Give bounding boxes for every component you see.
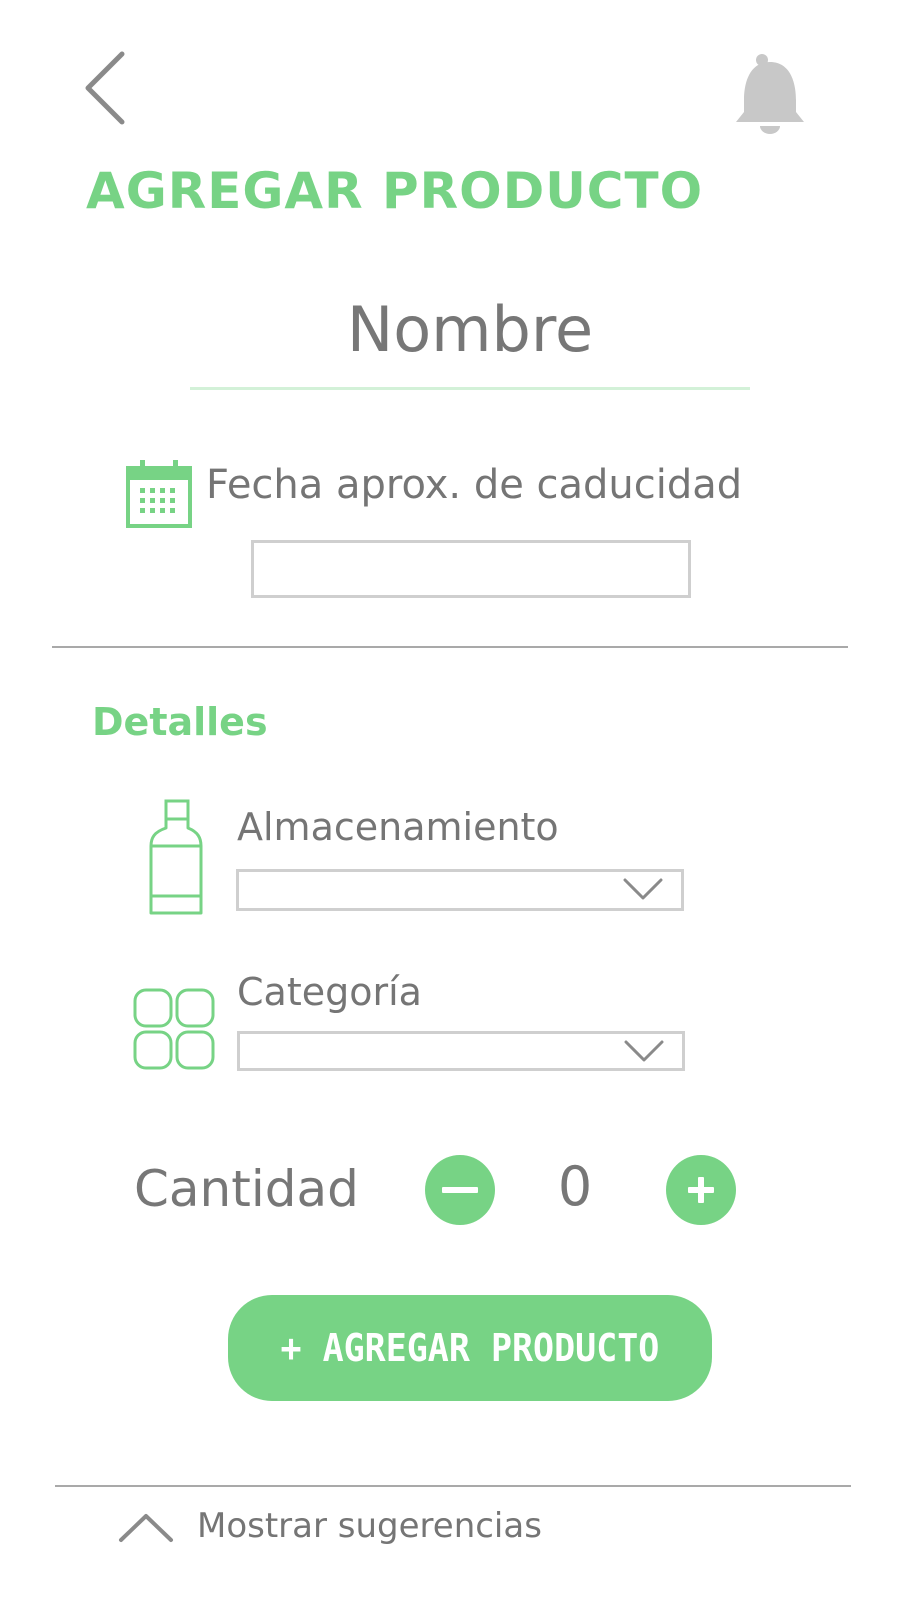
product-name-input[interactable] (190, 272, 750, 390)
expiry-date-label: Fecha aprox. de caducidad (206, 462, 743, 508)
storage-dropdown[interactable] (236, 869, 684, 911)
footer-divider (55, 1485, 851, 1487)
add-product-button[interactable]: + AGREGAR PRODUCTO (228, 1295, 712, 1401)
bottle-icon (149, 799, 203, 915)
minus-icon (442, 1187, 478, 1193)
expiry-date-input[interactable] (251, 540, 691, 598)
decrease-quantity-button[interactable] (425, 1155, 495, 1225)
quantity-value: 0 (557, 1155, 593, 1218)
back-button[interactable] (78, 48, 134, 128)
chevron-down-icon (623, 878, 663, 900)
bell-icon (736, 54, 804, 134)
chevron-up-icon (119, 1514, 173, 1542)
page-title: AGREGAR PRODUCTO (86, 162, 704, 220)
chevron-left-icon (85, 51, 125, 125)
increase-quantity-button[interactable] (666, 1155, 736, 1225)
grid-icon (133, 988, 215, 1070)
chevron-down-icon (624, 1040, 664, 1062)
show-suggestions-toggle[interactable]: Mostrar sugerencias (112, 1500, 572, 1560)
details-heading: Detalles (92, 700, 268, 744)
category-dropdown[interactable] (237, 1031, 685, 1071)
quantity-label: Cantidad (134, 1160, 359, 1218)
calendar-icon (126, 460, 192, 528)
add-product-button-label: + AGREGAR PRODUCTO (280, 1326, 660, 1370)
section-divider (52, 646, 848, 648)
show-suggestions-label: Mostrar sugerencias (197, 1506, 542, 1546)
storage-label: Almacenamiento (237, 805, 559, 849)
notifications-button[interactable] (730, 50, 810, 140)
category-label: Categoría (237, 970, 422, 1014)
